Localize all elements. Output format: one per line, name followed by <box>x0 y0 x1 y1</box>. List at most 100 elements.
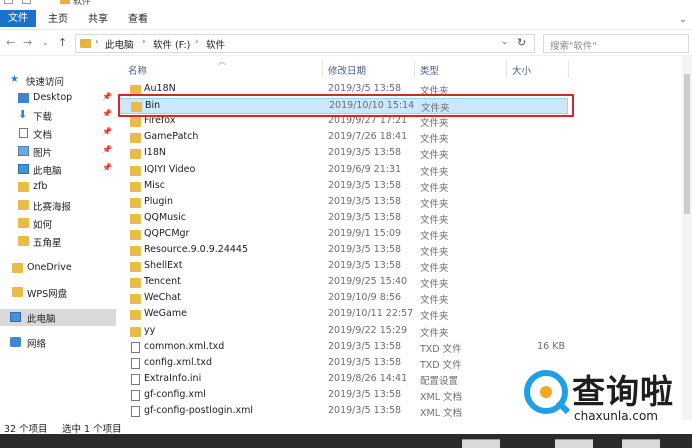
file-row[interactable]: I18N 2019/3/5 13:58 文件夹 <box>118 146 568 162</box>
file-row[interactable]: Firefox 2019/9/27 17:21 文件夹 <box>118 114 568 130</box>
folder-icon <box>18 236 29 246</box>
file-name: GamePatch <box>144 131 199 143</box>
folder-icon <box>60 0 70 4</box>
onedrive-icon <box>12 263 23 273</box>
dialog-button[interactable] <box>462 439 500 448</box>
pin-icon[interactable]: 📌 <box>102 145 112 154</box>
file-row[interactable]: QQPCMgr 2019/9/1 15:09 文件夹 <box>118 227 568 243</box>
file-type: 文件夹 <box>420 327 449 339</box>
breadcrumb-drive[interactable]: 软件 (F:) <box>153 37 190 51</box>
file-row[interactable]: ShellExt 2019/3/5 13:58 文件夹 <box>118 259 568 275</box>
pin-icon[interactable]: 📌 <box>102 127 112 136</box>
breadcrumb-folder[interactable]: 软件 <box>206 37 225 51</box>
recent-locations-chevron-icon[interactable]: ⌄ <box>42 38 49 47</box>
file-row[interactable]: Plugin 2019/3/5 13:58 文件夹 <box>118 195 568 211</box>
window-title: 软件 <box>73 0 92 7</box>
address-bar[interactable]: › 此电脑 › 软件 (F:) › 软件 ⌄ ↻ <box>75 34 535 53</box>
file-row[interactable]: gf-config.xml 2019/3/5 13:58 XML 文档 <box>118 388 568 404</box>
file-name: I18N <box>144 147 166 159</box>
column-divider[interactable] <box>506 60 507 78</box>
nav-item-pictures[interactable]: 图片 📌 <box>0 143 116 160</box>
column-header-type[interactable]: 类型 <box>420 63 439 77</box>
file-type: XML 文档 <box>420 408 463 419</box>
file-icon <box>131 357 140 369</box>
tab-home[interactable]: 主页 <box>40 11 76 28</box>
folder-icon <box>130 181 141 192</box>
file-name: Plugin <box>144 195 174 207</box>
nav-item-documents[interactable]: 文档 📌 <box>0 125 116 142</box>
nav-item-desktop[interactable]: Desktop 📌 <box>0 90 116 107</box>
refresh-icon[interactable]: ↻ <box>517 36 526 49</box>
file-name: config.xml.txd <box>144 356 213 368</box>
breadcrumb-separator-icon[interactable]: › <box>95 37 99 47</box>
nav-item-label: 此电脑 <box>33 166 62 177</box>
nav-item-zfb[interactable]: zfb <box>0 179 116 196</box>
folder-icon <box>130 278 141 289</box>
file-row[interactable]: QQMusic 2019/3/5 13:58 文件夹 <box>118 211 568 227</box>
nav-item-wps-cloud[interactable]: WPS网盘 <box>0 284 116 301</box>
column-divider[interactable] <box>414 60 415 78</box>
column-header-date[interactable]: 修改日期 <box>328 63 366 77</box>
file-row[interactable]: IQIYI Video 2019/6/9 21:31 文件夹 <box>118 163 568 179</box>
pin-icon[interactable]: 📌 <box>102 163 112 172</box>
file-type: 文件夹 <box>420 118 449 130</box>
file-name: yy <box>144 324 156 336</box>
file-name: WeChat <box>144 292 181 304</box>
nav-item-label: OneDrive <box>27 262 72 273</box>
column-divider[interactable] <box>568 60 569 78</box>
file-row[interactable]: Au18N 2019/3/5 13:58 文件夹 <box>118 82 568 98</box>
file-type: 文件夹 <box>420 230 449 242</box>
tab-view[interactable]: 查看 <box>120 11 156 28</box>
nav-item-quick-access[interactable]: ★ 快速访问 <box>0 72 116 89</box>
nav-item-how[interactable]: 如何 <box>0 215 116 232</box>
file-row[interactable]: Bin 2019/10/10 15:14 文件夹 <box>118 98 568 115</box>
up-arrow-icon[interactable]: ↑ <box>58 36 67 49</box>
ribbon-tabs: 文件 主页 共享 查看 ⌄ <box>0 8 692 30</box>
file-row[interactable]: WeGame 2019/10/11 22:57 文件夹 <box>118 307 568 323</box>
file-date: 2019/9/27 17:21 <box>328 115 408 127</box>
nav-item-this-pc-quick[interactable]: 此电脑 📌 <box>0 161 116 178</box>
file-row[interactable]: WeChat 2019/10/9 8:56 文件夹 <box>118 291 568 307</box>
file-row[interactable]: Misc 2019/3/5 13:58 文件夹 <box>118 179 568 195</box>
breadcrumb-separator-icon[interactable]: › <box>142 37 146 47</box>
nav-item-poster[interactable]: 比赛海报 <box>0 197 116 214</box>
file-row[interactable]: Tencent 2019/9/25 15:40 文件夹 <box>118 275 568 291</box>
pin-icon[interactable]: 📌 <box>102 109 112 118</box>
breadcrumb-separator-icon[interactable]: › <box>195 37 199 47</box>
back-arrow-icon[interactable]: ← <box>6 36 15 49</box>
nav-item-downloads[interactable]: ⬇ 下载 📌 <box>0 107 116 124</box>
column-divider[interactable] <box>322 60 323 78</box>
folder-icon <box>130 229 141 240</box>
file-row[interactable]: config.xml.txd 2019/3/5 13:58 TXD 文件 <box>118 356 568 372</box>
file-row[interactable]: yy 2019/9/22 15:29 文件夹 <box>118 324 568 340</box>
file-row[interactable]: ExtraInfo.ini 2019/8/26 14:41 配置设置 <box>118 372 568 388</box>
nav-item-label: 网络 <box>27 339 47 350</box>
nav-item-label: Desktop <box>33 92 73 103</box>
column-header-name[interactable]: 名称 <box>128 63 147 77</box>
folder-icon <box>131 102 142 113</box>
file-name: QQMusic <box>144 211 186 223</box>
ribbon-expand-icon[interactable]: ⌄ <box>676 11 690 28</box>
tab-share[interactable]: 共享 <box>80 11 116 28</box>
nav-item-star-folder[interactable]: 五角星 <box>0 233 116 250</box>
scrollbar-thumb[interactable] <box>684 74 690 214</box>
breadcrumb-this-pc[interactable]: 此电脑 <box>105 37 134 51</box>
dialog-button[interactable] <box>555 439 593 448</box>
quick-access-toolbar-icon[interactable] <box>4 0 13 4</box>
nav-item-onedrive[interactable]: OneDrive <box>0 260 116 277</box>
nav-item-network[interactable]: 网络 <box>0 334 116 351</box>
file-row[interactable]: common.xml.txd 2019/3/5 13:58 TXD 文件 16 KB <box>118 340 568 356</box>
file-row[interactable]: GamePatch 2019/7/26 18:41 文件夹 <box>118 130 568 146</box>
file-row[interactable]: Resource.9.0.9.24445 2019/3/5 13:58 文件夹 <box>118 243 568 259</box>
nav-item-this-pc[interactable]: 此电脑 <box>0 309 116 326</box>
column-header-size[interactable]: 大小 <box>512 63 531 77</box>
pin-icon[interactable]: 📌 <box>102 92 112 101</box>
dialog-button[interactable] <box>622 439 660 448</box>
search-input[interactable]: 搜索"软件" <box>543 34 689 53</box>
new-folder-icon[interactable] <box>22 0 31 4</box>
address-dropdown-icon[interactable]: ⌄ <box>501 37 509 47</box>
file-row[interactable]: gf-config-postlogin.xml 2019/3/5 13:58 XML… <box>118 404 568 420</box>
tab-file[interactable]: 文件 <box>0 10 36 27</box>
forward-arrow-icon[interactable]: → <box>23 36 32 49</box>
file-icon <box>131 406 140 417</box>
